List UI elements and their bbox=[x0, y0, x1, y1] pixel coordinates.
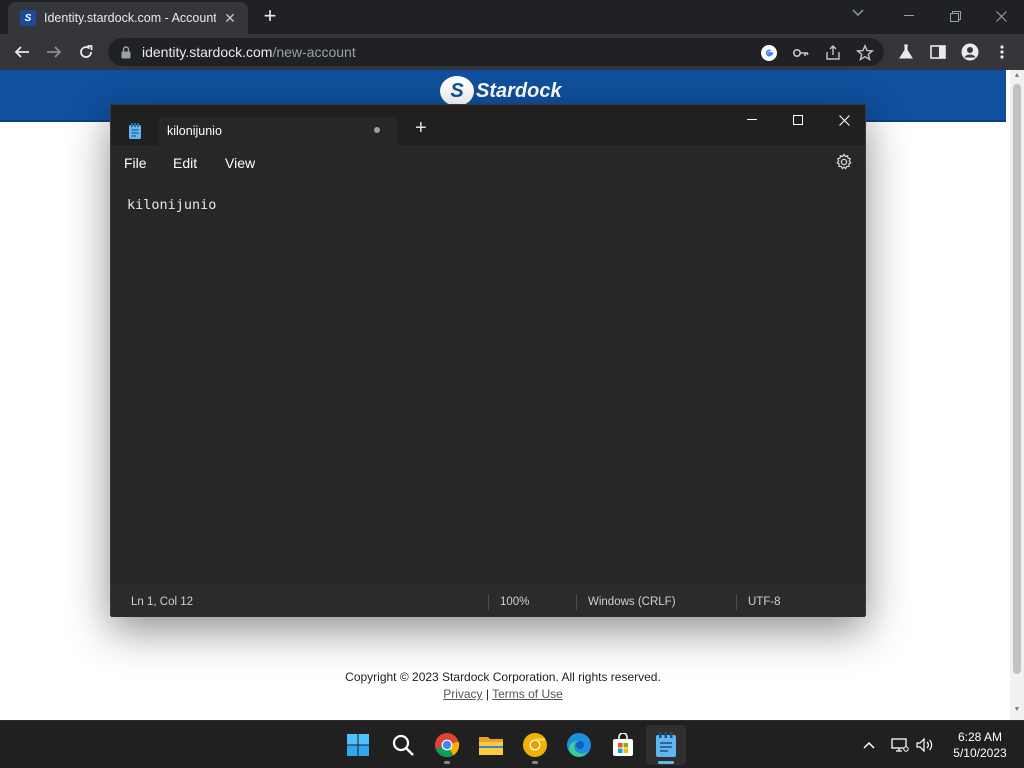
privacy-link[interactable]: Privacy bbox=[443, 687, 482, 701]
file-explorer-icon bbox=[479, 737, 503, 755]
status-encoding[interactable]: UTF-8 bbox=[748, 596, 781, 608]
taskbar-notepad[interactable] bbox=[646, 725, 686, 765]
browser-close-button[interactable] bbox=[978, 0, 1024, 32]
footer-copyright: Copyright © 2023 Stardock Corporation. A… bbox=[345, 670, 661, 684]
lock-icon[interactable] bbox=[118, 44, 134, 60]
page-scrollbar[interactable]: ▲ ▼ bbox=[1010, 70, 1024, 720]
back-button[interactable] bbox=[10, 40, 34, 64]
chevron-up-icon bbox=[863, 741, 875, 749]
browser-restore-button[interactable] bbox=[932, 0, 978, 32]
notepad-tab[interactable]: kilonijunio bbox=[159, 117, 397, 147]
notepad-text-area[interactable]: kilonijunio bbox=[127, 197, 216, 213]
status-zoom[interactable]: 100% bbox=[500, 596, 529, 608]
unsaved-dot-icon[interactable] bbox=[374, 127, 380, 133]
taskbar-search-button[interactable] bbox=[383, 725, 423, 765]
chrome-menu-icon[interactable] bbox=[992, 42, 1012, 62]
speaker-icon bbox=[916, 737, 933, 753]
taskbar-file-explorer[interactable] bbox=[471, 725, 511, 765]
notepad-statusbar: Ln 1, Col 12 100% Windows (CRLF) UTF-8 bbox=[111, 585, 865, 617]
notepad-titlebar[interactable]: kilonijunio + bbox=[111, 105, 867, 147]
show-hidden-icons-button[interactable] bbox=[858, 721, 880, 768]
menu-edit[interactable]: Edit bbox=[173, 155, 197, 171]
status-cursor-position: Ln 1, Col 12 bbox=[131, 596, 194, 608]
taskbar-edge[interactable] bbox=[559, 725, 599, 765]
bookmark-star-icon[interactable] bbox=[856, 44, 874, 62]
url-host: identity.stardock.com bbox=[142, 44, 273, 60]
network-status-button[interactable] bbox=[889, 721, 911, 768]
new-tab-button[interactable]: + bbox=[258, 5, 282, 29]
taskbar-chrome[interactable] bbox=[427, 725, 467, 765]
menu-file[interactable]: File bbox=[124, 155, 147, 171]
browser-minimize-button[interactable] bbox=[886, 0, 932, 32]
running-indicator bbox=[532, 761, 538, 764]
notepad-app-icon bbox=[129, 123, 141, 139]
taskbar-chrome-canary[interactable] bbox=[515, 725, 555, 765]
stardock-logo-text: Stardock bbox=[476, 79, 562, 102]
labs-flask-icon[interactable] bbox=[896, 42, 916, 62]
notepad-new-tab-button[interactable]: + bbox=[415, 118, 427, 138]
search-icon bbox=[392, 734, 414, 756]
volume-button[interactable] bbox=[914, 721, 936, 768]
settings-gear-icon[interactable] bbox=[835, 153, 853, 171]
notepad-tab-title: kilonijunio bbox=[167, 124, 222, 138]
clock-time: 6:28 AM bbox=[957, 730, 1003, 744]
tab-search-icon[interactable] bbox=[852, 4, 864, 20]
profile-avatar-icon[interactable] bbox=[960, 42, 980, 62]
notepad-window: kilonijunio + File Edit View kilonijunio… bbox=[110, 104, 867, 617]
menu-view[interactable]: View bbox=[225, 155, 255, 171]
clock-date: 5/10/2023 bbox=[953, 746, 1007, 760]
browser-tabstrip: S Identity.stardock.com - Account ✕ + bbox=[0, 0, 1024, 34]
notepad-close-button[interactable] bbox=[821, 105, 867, 135]
share-icon[interactable] bbox=[824, 44, 842, 62]
forward-arrow-icon bbox=[47, 46, 62, 58]
running-indicator bbox=[444, 761, 450, 764]
chrome-canary-icon bbox=[523, 733, 547, 757]
browser-tab-title: Identity.stardock.com - Account bbox=[44, 11, 216, 25]
active-indicator bbox=[658, 761, 674, 764]
browser-tab-active[interactable]: S Identity.stardock.com - Account ✕ bbox=[8, 2, 248, 34]
scroll-up-arrow-icon[interactable]: ▲ bbox=[1013, 72, 1021, 79]
edge-icon bbox=[567, 733, 591, 757]
taskbar-microsoft-store[interactable] bbox=[603, 725, 643, 765]
stardock-logo-mark: S bbox=[440, 76, 474, 106]
status-divider bbox=[488, 594, 489, 610]
notepad-icon bbox=[656, 732, 676, 757]
footer-link-separator: | bbox=[485, 687, 489, 701]
forward-button[interactable] bbox=[42, 40, 66, 64]
reload-button[interactable] bbox=[74, 40, 98, 64]
network-icon bbox=[891, 738, 909, 752]
scroll-down-arrow-icon[interactable]: ▼ bbox=[1013, 706, 1021, 713]
notepad-minimize-button[interactable] bbox=[729, 105, 775, 135]
reload-icon bbox=[80, 45, 93, 58]
status-divider bbox=[736, 594, 737, 610]
stardock-logo[interactable]: S Stardock bbox=[440, 76, 562, 106]
side-panel-icon[interactable] bbox=[928, 42, 948, 62]
windows-start-icon bbox=[347, 734, 369, 756]
back-arrow-icon bbox=[14, 46, 29, 58]
url-path: /new-account bbox=[272, 44, 356, 60]
chrome-icon bbox=[435, 733, 460, 758]
terms-of-use-link[interactable]: Terms of Use bbox=[492, 687, 563, 701]
start-button[interactable] bbox=[338, 725, 378, 765]
status-divider bbox=[576, 594, 577, 610]
stardock-favicon-icon: S bbox=[20, 10, 36, 26]
key-icon[interactable] bbox=[792, 44, 810, 62]
browser-toolbar: identity.stardock.com/new-account bbox=[0, 34, 1024, 70]
microsoft-store-icon bbox=[613, 733, 633, 756]
notepad-maximize-button[interactable] bbox=[775, 105, 821, 135]
status-line-ending[interactable]: Windows (CRLF) bbox=[588, 596, 676, 608]
windows-taskbar: 6:28 AM 5/10/2023 bbox=[0, 720, 1024, 768]
footer-links: Privacy | Terms of Use bbox=[0, 687, 1006, 701]
google-translate-icon[interactable] bbox=[760, 44, 778, 62]
taskbar-clock[interactable]: 6:28 AM 5/10/2023 bbox=[944, 729, 1016, 761]
scroll-thumb[interactable] bbox=[1013, 84, 1021, 674]
tab-close-icon[interactable]: ✕ bbox=[220, 10, 240, 27]
notepad-menubar: File Edit View bbox=[111, 145, 865, 181]
